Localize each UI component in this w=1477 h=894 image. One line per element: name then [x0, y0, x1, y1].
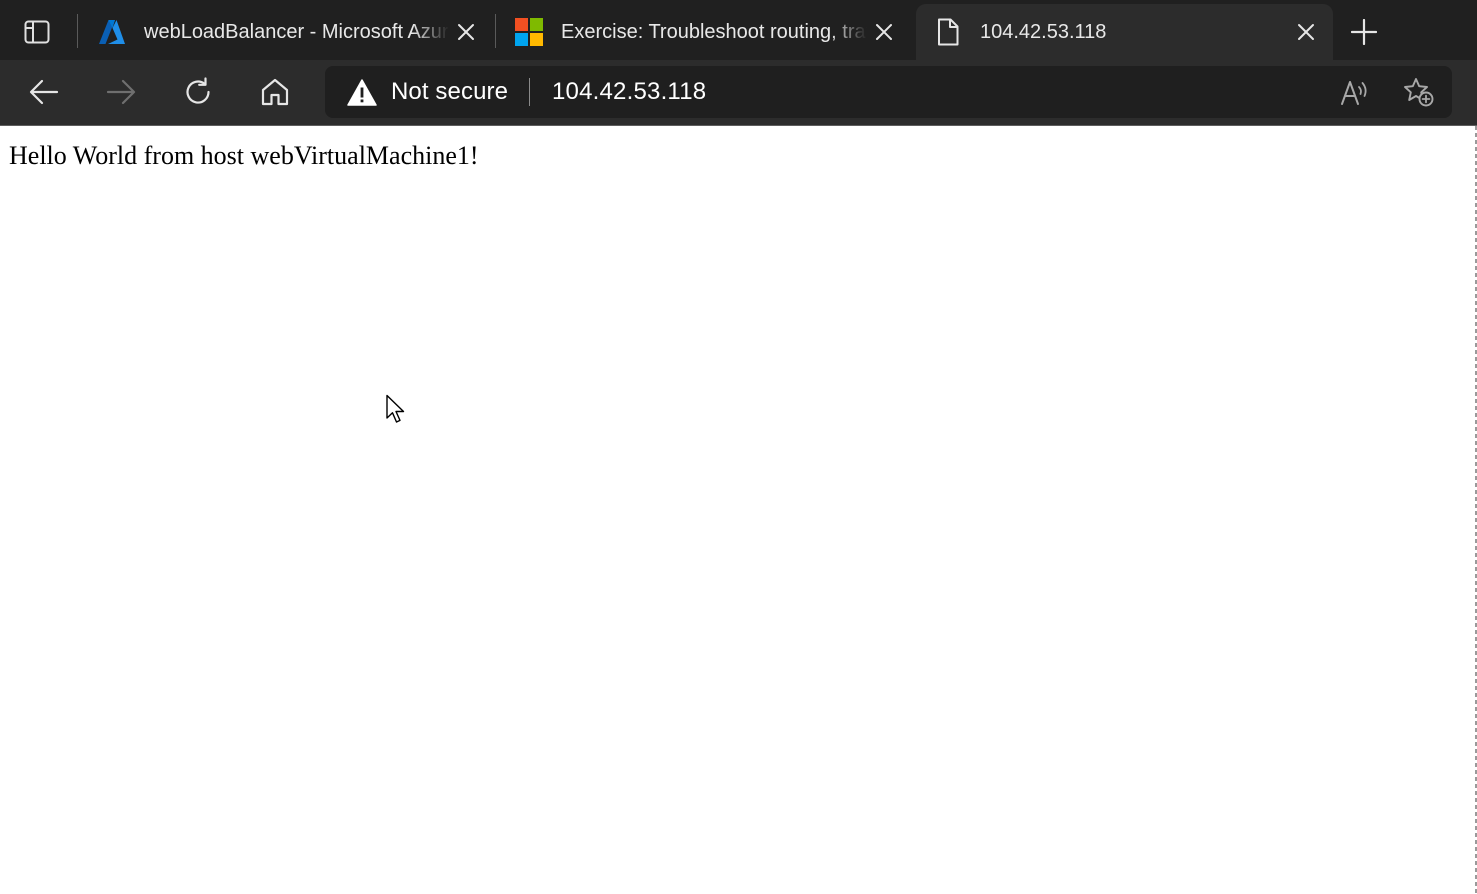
url-text[interactable]: 104.42.53.118	[552, 66, 706, 118]
tab-close-button[interactable]	[449, 15, 483, 49]
tab-close-button[interactable]	[1289, 15, 1323, 49]
tab-actions-button[interactable]	[14, 14, 60, 50]
tab-separator	[495, 14, 496, 48]
browser-toolbar: Not secure 104.42.53.118	[0, 60, 1477, 126]
address-bar[interactable]: Not secure 104.42.53.118	[325, 66, 1452, 118]
refresh-button[interactable]	[175, 70, 221, 114]
arrow-right-icon	[106, 79, 136, 105]
vertical-tabs-icon	[24, 20, 50, 44]
tab-close-button[interactable]	[867, 15, 901, 49]
read-aloud-icon	[1341, 81, 1367, 105]
tab-exercise-troubleshoot[interactable]: Exercise: Troubleshoot routing, traffic …	[497, 4, 911, 60]
security-indicator[interactable]: Not secure	[347, 66, 508, 118]
refresh-icon	[186, 77, 210, 104]
address-divider	[529, 78, 530, 106]
home-icon	[261, 78, 289, 106]
mouse-cursor-icon	[386, 394, 405, 423]
tab-title: 104.42.53.118	[980, 20, 1107, 43]
back-button[interactable]	[21, 70, 67, 114]
close-icon	[458, 24, 474, 40]
tab-title: Exercise: Troubleshoot routing, traffic …	[561, 20, 867, 43]
read-aloud-button[interactable]	[1335, 73, 1375, 111]
browser-window: webLoadBalancer - Microsoft Azure Exerci…	[0, 0, 1477, 894]
tab-title: webLoadBalancer - Microsoft Azure	[144, 20, 449, 43]
home-button[interactable]	[252, 70, 298, 114]
star-add-icon	[1404, 78, 1434, 107]
microsoft-logo-icon	[515, 18, 543, 46]
tab-separator	[77, 14, 78, 48]
tab-current-page[interactable]: 104.42.53.118	[916, 4, 1333, 60]
tab-strip: webLoadBalancer - Microsoft Azure Exerci…	[0, 0, 1477, 60]
security-label: Not secure	[391, 78, 509, 105]
new-tab-button[interactable]	[1344, 12, 1384, 52]
page-body-text: Hello World from host webVirtualMachine1…	[9, 141, 479, 170]
page-viewport: Hello World from host webVirtualMachine1…	[0, 126, 1477, 894]
plus-icon	[1351, 19, 1377, 45]
close-icon	[876, 24, 892, 40]
add-favorite-button[interactable]	[1398, 73, 1438, 111]
azure-logo-icon	[98, 18, 126, 46]
arrow-left-icon	[29, 79, 59, 105]
forward-button[interactable]	[98, 70, 144, 114]
warning-icon	[347, 78, 377, 106]
page-icon	[934, 18, 962, 46]
close-icon	[1298, 24, 1314, 40]
tab-web-load-balancer[interactable]: webLoadBalancer - Microsoft Azure	[80, 4, 493, 60]
